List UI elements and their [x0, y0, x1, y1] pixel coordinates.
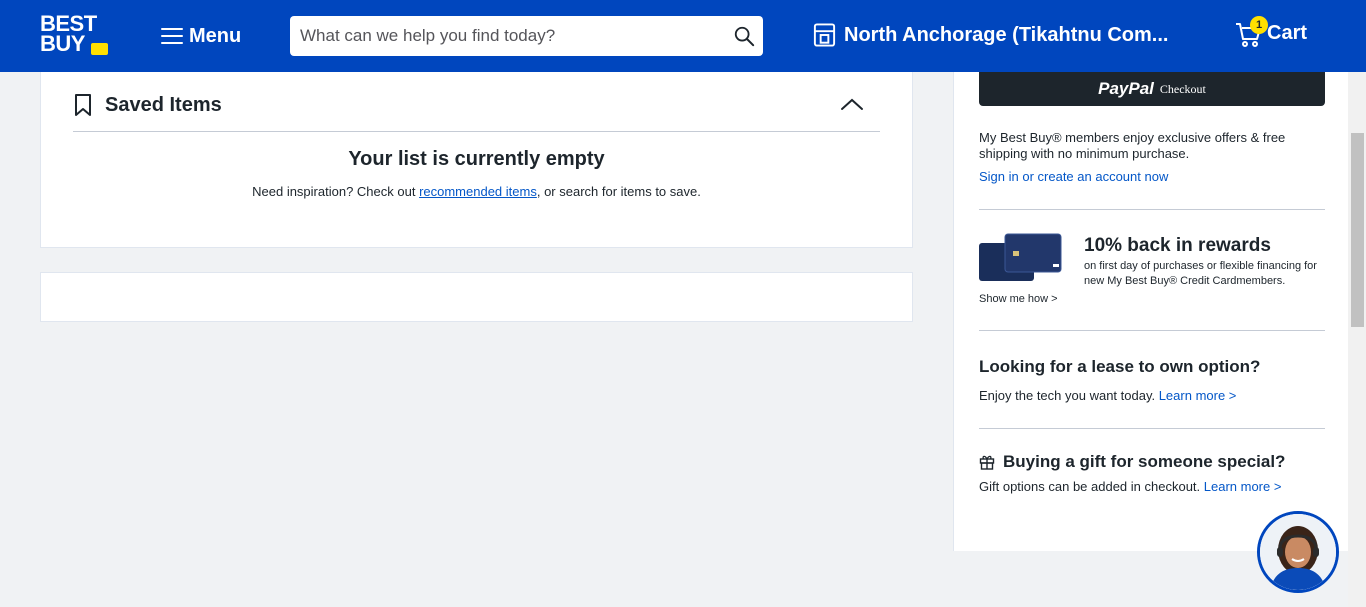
- search-bar: [290, 16, 763, 56]
- cart-icon-wrap: 1: [1234, 16, 1268, 48]
- gift-learn-more-link[interactable]: Learn more >: [1204, 479, 1282, 494]
- logo-tag-icon: [91, 43, 108, 55]
- paypal-checkout-button[interactable]: PayPal Checkout: [979, 72, 1325, 106]
- chevron-up-icon[interactable]: [840, 96, 864, 112]
- paypal-checkout-label: Checkout: [1159, 81, 1206, 96]
- best-buy-logo[interactable]: BEST BUY: [40, 13, 110, 58]
- blank-card: [40, 272, 913, 322]
- store-label: North Anchorage (Tikahtnu Com...: [844, 23, 1169, 46]
- search-icon[interactable]: [733, 25, 755, 47]
- menu-label: Menu: [189, 24, 242, 47]
- order-sidebar: PayPal Checkout My Best Buy® members enj…: [953, 72, 1348, 551]
- show-me-how-link[interactable]: Show me how >: [979, 292, 1058, 307]
- divider: [979, 330, 1325, 331]
- gift-text-row: Gift options can be added in checkout. L…: [979, 479, 1325, 495]
- recommended-items-link[interactable]: recommended items: [419, 184, 537, 199]
- chat-agent-avatar[interactable]: [1257, 511, 1339, 593]
- agent-portrait-icon: [1260, 514, 1336, 590]
- lease-text-row: Enjoy the tech you want today. Learn mor…: [979, 388, 1325, 404]
- site-header: BEST BUY Menu North Anchorage (Tikahtnu …: [0, 0, 1366, 72]
- empty-text-after: , or search for items to save.: [536, 184, 701, 199]
- gift-title: Buying a gift for someone special?: [1003, 452, 1286, 471]
- cart-button[interactable]: 1 Cart: [1234, 16, 1308, 48]
- bookmark-icon: [75, 94, 91, 116]
- gift-heading: Buying a gift for someone special?: [979, 452, 1285, 472]
- sign-in-link[interactable]: Sign in or create an account now: [979, 169, 1325, 185]
- empty-list-title: Your list is currently empty: [348, 148, 605, 170]
- store-icon: [813, 23, 836, 47]
- credit-card-image: [979, 233, 1062, 281]
- divider: [979, 209, 1325, 210]
- rewards-title: 10% back in rewards: [1084, 235, 1271, 256]
- lease-text: Enjoy the tech you want today.: [979, 388, 1159, 403]
- hamburger-icon: [161, 28, 183, 44]
- saved-items-title: Saved Items: [105, 93, 222, 116]
- scrollbar-thumb[interactable]: [1351, 133, 1364, 327]
- gift-text: Gift options can be added in checkout.: [979, 479, 1204, 494]
- empty-text-before: Need inspiration? Check out: [252, 184, 420, 199]
- rewards-text: on first day of purchases or flexible fi…: [1084, 260, 1317, 287]
- divider: [979, 428, 1325, 429]
- menu-button[interactable]: Menu: [161, 22, 241, 50]
- lease-title: Looking for a lease to own option?: [979, 357, 1261, 376]
- members-text: My Best Buy® members enjoy exclusive off…: [979, 130, 1286, 161]
- lease-learn-more-link[interactable]: Learn more >: [1159, 388, 1237, 403]
- paypal-logo: PayPal: [1098, 79, 1154, 98]
- saved-items-card: Saved Items Your list is currently empty…: [40, 72, 913, 248]
- divider: [73, 131, 880, 132]
- saved-items-toggle[interactable]: Saved Items: [73, 82, 880, 128]
- cart-count-badge: 1: [1250, 16, 1268, 34]
- empty-list-text: Need inspiration? Check out recommended …: [41, 184, 912, 199]
- gift-icon: [979, 455, 995, 470]
- cart-label: Cart: [1267, 21, 1308, 44]
- store-selector[interactable]: North Anchorage (Tikahtnu Com...: [812, 22, 1168, 48]
- search-input[interactable]: [300, 16, 720, 56]
